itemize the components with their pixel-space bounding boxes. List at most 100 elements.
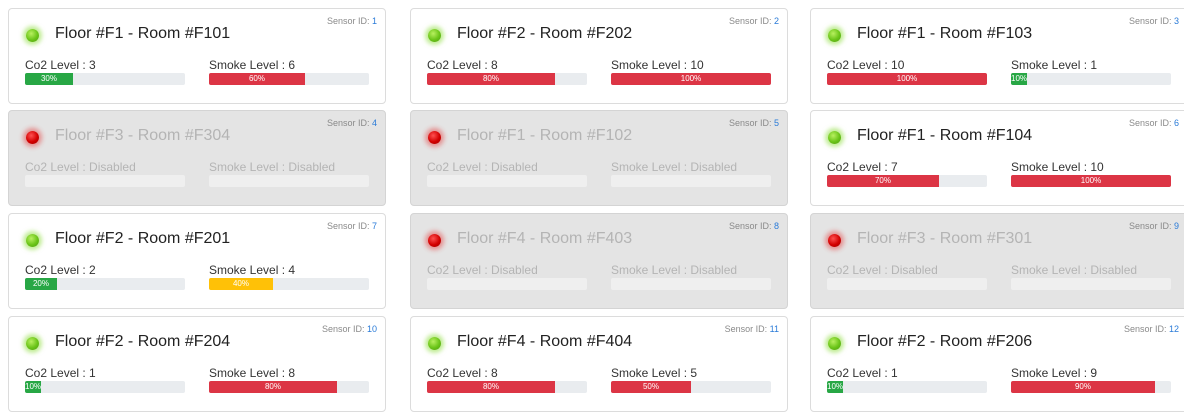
co2-level-value: 2 (89, 263, 96, 277)
sensor-id-number: 11 (769, 324, 779, 334)
co2-metric: Co2 Level : 10 100% (827, 58, 987, 85)
smoke-label-prefix: Smoke Level : (1011, 366, 1091, 380)
smoke-level-value: 1 (1090, 58, 1098, 72)
smoke-metric: Smoke Level : 5 50% (611, 366, 771, 393)
co2-progress-bar: 80% (427, 73, 587, 85)
sensor-id: Sensor ID: 8 (729, 221, 779, 231)
co2-label-prefix: Co2 Level : (25, 366, 90, 380)
smoke-level-value: 5 (690, 366, 698, 380)
smoke-metric: Smoke Level : 9 90% (1011, 366, 1171, 393)
sensor-id-label: Sensor ID: (326, 118, 370, 128)
smoke-label-prefix: Smoke Level : (1011, 160, 1091, 174)
smoke-metric: Smoke Level : Disabled (209, 160, 369, 187)
smoke-progress-fill: 40% (209, 278, 273, 290)
co2-progress-bar (827, 278, 987, 290)
sensor-id: Sensor ID: 10 (322, 324, 377, 334)
co2-metric: Co2 Level : 8 80% (427, 366, 587, 393)
status-led-green-icon (26, 337, 39, 350)
status-led-red-icon (428, 131, 441, 144)
co2-level-value: 7 (891, 160, 898, 174)
co2-metric: Co2 Level : Disabled (427, 160, 587, 187)
co2-metric: Co2 Level : 8 80% (427, 58, 587, 85)
smoke-progress-bar (1011, 278, 1171, 290)
co2-progress-fill: 10% (827, 381, 843, 393)
sensor-id-label: Sensor ID: (728, 16, 772, 26)
co2-metric: Co2 Level : 7 70% (827, 160, 987, 187)
sensor-id-number: 3 (1173, 16, 1179, 26)
co2-progress-bar: 80% (427, 381, 587, 393)
sensor-id-number: 9 (1173, 221, 1179, 231)
sensor-card[interactable]: Sensor ID: 9 Floor #F3 - Room #F301 Co2 Le… (810, 213, 1184, 309)
smoke-label-prefix: Smoke Level : (209, 58, 289, 72)
co2-progress-bar: 70% (827, 175, 987, 187)
co2-progress-fill: 20% (25, 278, 57, 290)
co2-level-label: Co2 Level : 8 (427, 58, 587, 73)
co2-progress-fill: 30% (25, 73, 73, 85)
sensor-id-label: Sensor ID: (724, 324, 768, 334)
co2-level-label: Co2 Level : 1 (25, 366, 185, 381)
sensor-id: Sensor ID: 11 (725, 324, 779, 334)
status-led-green-icon (26, 234, 39, 247)
co2-progress-fill: 100% (827, 73, 987, 85)
smoke-progress-bar (611, 278, 771, 290)
co2-progress-bar: 100% (827, 73, 987, 85)
sensor-id: Sensor ID: 1 (327, 16, 377, 26)
co2-label-prefix: Co2 Level : (827, 160, 892, 174)
co2-label-prefix: Co2 Level : (427, 263, 492, 277)
room-title: Floor #F3 - Room #F304 (55, 127, 231, 144)
sensor-card[interactable]: Sensor ID: 4 Floor #F3 - Room #F304 Co2 Le… (8, 110, 386, 206)
sensor-card[interactable]: Sensor ID: 8 Floor #F4 - Room #F403 Co2 Le… (410, 213, 788, 309)
sensor-id-label: Sensor ID: (326, 16, 370, 26)
co2-level-value: 8 (491, 58, 498, 72)
sensor-id-label: Sensor ID: (1123, 324, 1167, 334)
smoke-level-value: Disabled (690, 160, 738, 174)
co2-progress-bar (427, 278, 587, 290)
sensor-card[interactable]: Sensor ID: 5 Floor #F1 - Room #F102 Co2 Le… (410, 110, 788, 206)
smoke-label-prefix: Smoke Level : (1011, 58, 1091, 72)
co2-level-value: Disabled (891, 263, 938, 277)
sensor-id-label: Sensor ID: (728, 221, 772, 231)
smoke-metric: Smoke Level : 6 60% (209, 58, 369, 85)
sensor-card[interactable]: Sensor ID: 6 Floor #F1 - Room #F104 Co2 Le… (810, 110, 1184, 206)
co2-metric: Co2 Level : 2 20% (25, 263, 185, 290)
sensor-id-number: 10 (366, 324, 377, 334)
smoke-progress-fill: 10% (1011, 73, 1027, 85)
co2-metric: Co2 Level : Disabled (427, 263, 587, 290)
sensor-card[interactable]: Sensor ID: 10 Floor #F2 - Room #F204 Co2 L… (8, 316, 386, 412)
smoke-progress-bar: 60% (209, 73, 369, 85)
smoke-progress-fill: 80% (209, 381, 337, 393)
smoke-level-value: 9 (1090, 366, 1098, 380)
co2-label-prefix: Co2 Level : (427, 58, 492, 72)
smoke-progress-fill: 100% (611, 73, 771, 85)
sensor-card[interactable]: Sensor ID: 2 Floor #F2 - Room #F202 Co2 Le… (410, 8, 788, 104)
smoke-level-value: 4 (288, 263, 296, 277)
status-led-red-icon (428, 234, 441, 247)
co2-label-prefix: Co2 Level : (827, 366, 892, 380)
smoke-progress-fill: 50% (611, 381, 691, 393)
status-led-green-icon (428, 337, 441, 350)
smoke-progress-bar: 100% (611, 73, 771, 85)
sensor-card[interactable]: Sensor ID: 11 Floor #F4 - Room #F404 Co2 L… (410, 316, 788, 412)
co2-label-prefix: Co2 Level : (25, 58, 90, 72)
sensor-card[interactable]: Sensor ID: 3 Floor #F1 - Room #F103 Co2 Le… (810, 8, 1184, 104)
co2-label-prefix: Co2 Level : (25, 263, 90, 277)
co2-label-prefix: Co2 Level : (827, 263, 892, 277)
co2-progress-fill: 70% (827, 175, 939, 187)
smoke-progress-fill: 90% (1011, 381, 1155, 393)
co2-metric: Co2 Level : 1 10% (25, 366, 185, 393)
sensor-card[interactable]: Sensor ID: 12 Floor #F2 - Room #F206 Co2 L… (810, 316, 1184, 412)
smoke-metric: Smoke Level : Disabled (611, 160, 771, 187)
smoke-level-label: Smoke Level : Disabled (611, 263, 771, 278)
smoke-progress-bar: 50% (611, 381, 771, 393)
room-title: Floor #F4 - Room #F404 (457, 333, 633, 350)
sensor-id-label: Sensor ID: (321, 324, 365, 334)
sensor-card[interactable]: Sensor ID: 1 Floor #F1 - Room #F101 Co2 Le… (8, 8, 386, 104)
smoke-level-label: Smoke Level : 10 (1011, 160, 1171, 175)
sensor-card[interactable]: Sensor ID: 7 Floor #F2 - Room #F201 Co2 Le… (8, 213, 386, 309)
co2-level-label: Co2 Level : Disabled (427, 263, 587, 278)
status-led-green-icon (828, 29, 841, 42)
co2-level-label: Co2 Level : Disabled (427, 160, 587, 175)
status-led-green-icon (828, 131, 841, 144)
room-title: Floor #F2 - Room #F201 (55, 230, 231, 247)
room-title: Floor #F1 - Room #F104 (857, 127, 1033, 144)
